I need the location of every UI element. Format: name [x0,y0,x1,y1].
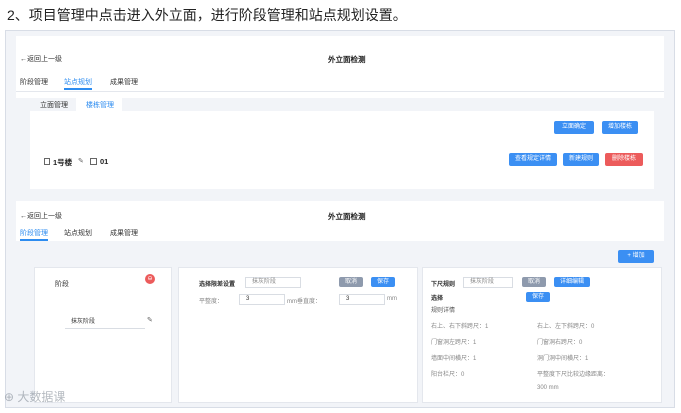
watermark-text: 大数据课 [17,390,66,404]
page-title-2: 外立面检测 [328,212,366,221]
view-spec-button[interactable]: 查看规定详情 [509,153,557,166]
building-panel: 立面确定 增加楼栋 1号楼 ✎ 01 查看规定详情 新建规则 删除楼栋 [30,111,654,189]
back-link[interactable]: ←返回上一级 [20,54,62,64]
flatness-input[interactable]: 3 [239,294,285,305]
subtab-facade[interactable]: 立面管理 [40,100,68,110]
tab-results[interactable]: 成果管理 [110,77,138,87]
stage-panel: 阶段 ⊖ 抹灰阶段 ✎ [34,267,172,403]
stage-input[interactable]: 抹灰阶段 [65,317,145,329]
page-title: 外立面检测 [328,55,366,64]
stage-label: 阶段 [55,281,69,288]
verticality-input[interactable]: 3 [339,294,385,305]
rule-detail-item: 墙面中间横尺：1 [431,356,477,362]
facade-confirm-button[interactable]: 立面确定 [554,121,594,134]
flatness-label: 平整度： [199,299,224,305]
tolerance-select[interactable]: 抹灰阶段 [245,277,301,288]
tab-stage[interactable]: 阶段管理 [20,77,48,87]
tab-stage-underline [20,239,48,241]
rule-detail-item: 洞门洞中间横尺：1 [537,356,589,362]
add-building-button[interactable]: 增加楼栋 [602,121,638,134]
back-link-2[interactable]: ←返回上一级 [20,211,62,221]
stage-edit-icon[interactable]: ✎ [147,316,153,324]
rule-detail-title: 规则详情 [431,308,456,314]
bottom-header: ←返回上一级 外立面检测 阶段管理 站点规划 成果管理 [16,201,664,241]
tolerance-cancel-button[interactable]: 取消 [339,277,363,287]
new-rule-button[interactable]: 新建规则 [563,153,599,166]
rule-detail-item: 右上、右下斜跨尺：1 [431,324,489,330]
tab-results-2[interactable]: 成果管理 [110,228,138,238]
tolerance-save-button[interactable]: 保存 [371,277,395,287]
rule-cancel-button[interactable]: 取消 [522,277,546,287]
subtab-building: 楼栋管理 [86,102,114,109]
rule-detail-item: 300 mm [537,385,559,391]
rule-save-button[interactable]: 保存 [526,292,550,302]
rule-detail-item: 门窗洞右跨尺：0 [537,340,583,346]
add-button[interactable]: + 增加 [618,250,654,263]
delete-stage-icon[interactable]: ⊖ [145,274,155,284]
rule-edit-button[interactable]: 详细编辑 [554,277,590,287]
building-doc-icon [44,158,50,165]
rule-detail-item: 阳台栏尺：0 [431,372,465,378]
floor-icon [90,158,97,165]
page-heading: 2、项目管理中点击进入外立面，进行阶段管理和站点规划设置。 [7,7,407,23]
rule-detail-item: 右上、左下斜跨尺：0 [537,324,595,330]
building-count: 01 [100,157,109,166]
rule-detail-item: 门窗洞左跨尺：1 [431,340,477,346]
screenshot-frame: ←返回上一级 外立面检测 阶段管理 站点规划 成果管理 立面管理 楼栋管理 立面… [5,30,675,408]
verticality-label: mm垂直度： [287,299,321,305]
tab-site-underline [64,88,92,90]
delete-building-button[interactable]: 删除楼栋 [605,153,643,166]
building-name: 1号楼 [53,158,73,167]
rule-label: 下尺规则 [431,282,456,288]
unit-mm: mm [387,296,397,302]
top-header: ←返回上一级 外立面检测 阶段管理 站点规划 成果管理 [16,36,664,98]
watermark: ⊕ 大数据课 [4,388,65,405]
watermark-logo-icon: ⊕ [4,390,15,404]
edit-icon[interactable]: ✎ [78,157,84,165]
choose-label: 选择 [431,296,444,302]
tab-site[interactable]: 站点规划 [64,77,92,87]
rule-detail-item: 平整度下尺比较边缘距离： [537,372,610,378]
tab-divider [16,91,664,92]
tolerance-panel: 选择限差设置 抹灰阶段 取消 保存 平整度： 3 mm垂直度： 3 mm [178,267,418,403]
rule-panel: 下尺规则 抹灰阶段 取消 详细编辑 选择 保存 规则详情 右上、右下斜跨尺：1 … [422,267,662,403]
tab-stage-2[interactable]: 阶段管理 [20,228,48,238]
tab-site-2[interactable]: 站点规划 [64,228,92,238]
tolerance-select-label: 选择限差设置 [199,282,236,288]
subtab-building-bg[interactable]: 楼栋管理 [76,94,122,112]
rule-select[interactable]: 抹灰阶段 [463,277,513,288]
